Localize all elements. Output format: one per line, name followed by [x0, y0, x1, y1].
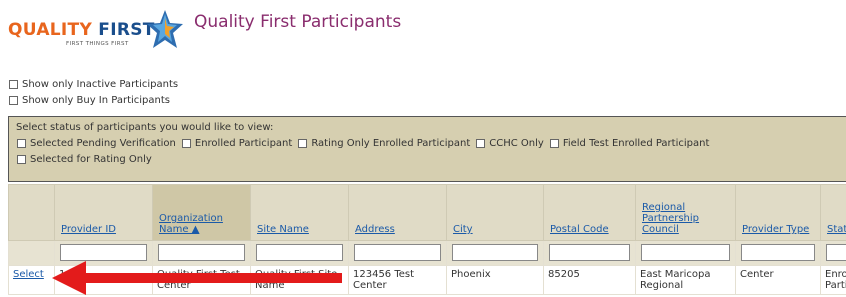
filter-cell — [446, 240, 544, 266]
checkbox-box[interactable] — [549, 139, 559, 148]
logo-wordmark: QUALITY FIRST — [8, 20, 155, 40]
status-filter-panel: Select status of participants you would … — [8, 116, 846, 182]
sort-link-status[interactable]: Stat — [827, 224, 846, 235]
status-option-cchc-only[interactable]: CCHC Only — [476, 138, 544, 149]
status-option-label: CCHC Only — [489, 138, 544, 149]
column-header-address[interactable]: Address — [348, 184, 447, 241]
logo-tagline: FIRST THINGS FIRST — [66, 41, 129, 47]
regional-council-filter-input[interactable] — [641, 244, 730, 261]
star-logo-icon — [147, 10, 183, 48]
status-option-pending-verification[interactable]: Selected Pending Verification — [17, 138, 176, 149]
filter-cell — [735, 240, 821, 266]
checkbox-box[interactable] — [181, 139, 191, 148]
status-option-label: Rating Only Enrolled Participant — [311, 138, 471, 149]
sort-link-organization-name[interactable]: Organization Name ▲ — [159, 213, 223, 235]
provider-id-filter-input[interactable] — [60, 244, 147, 261]
red-arrow-icon — [52, 261, 342, 295]
status-option-label: Selected Pending Verification — [30, 138, 176, 149]
status-option-rating-only-enrolled[interactable]: Rating Only Enrolled Participant — [298, 138, 470, 149]
status-option-label: Field Test Enrolled Participant — [562, 138, 710, 149]
column-header-provider-id[interactable]: Provider ID — [54, 184, 153, 241]
provider-type-filter-input[interactable] — [741, 244, 815, 261]
postal-code-filter-input[interactable] — [549, 244, 630, 261]
address-filter-input[interactable] — [354, 244, 441, 261]
row-action-cell: Select — [8, 265, 55, 295]
column-header-action — [8, 184, 55, 241]
sort-link-address[interactable]: Address — [355, 224, 395, 235]
status-option-field-test[interactable]: Field Test Enrolled Participant — [549, 138, 710, 149]
checkbox-box[interactable] — [476, 139, 486, 148]
buy-in-participants-checkbox[interactable]: Show only Buy In Participants — [9, 95, 170, 106]
select-link[interactable]: Select — [13, 269, 44, 280]
sort-link-postal-code[interactable]: Postal Code — [550, 224, 609, 235]
sort-link-regional-council[interactable]: Regional Partnership Council — [642, 202, 699, 235]
column-header-site-name[interactable]: Site Name — [250, 184, 349, 241]
sort-link-site-name[interactable]: Site Name — [257, 224, 309, 235]
column-header-postal-code[interactable]: Postal Code — [543, 184, 636, 241]
inactive-participants-label: Show only Inactive Participants — [22, 79, 179, 90]
regional-council-cell: East Maricopa Regional — [635, 265, 736, 295]
status-option-enrolled[interactable]: Enrolled Participant — [181, 138, 293, 149]
city-filter-input[interactable] — [452, 244, 538, 261]
sort-link-provider-type[interactable]: Provider Type — [742, 224, 809, 235]
organization-name-filter-input[interactable] — [158, 244, 245, 261]
checkbox-box[interactable] — [17, 139, 26, 148]
column-header-regional-council[interactable]: Regional Partnership Council — [635, 184, 736, 241]
city-cell: Phoenix — [446, 265, 544, 295]
filter-cell — [543, 240, 636, 266]
filter-cell — [348, 240, 447, 266]
column-header-organization-name[interactable]: Organization Name ▲ — [152, 184, 251, 241]
checkbox-box[interactable] — [298, 139, 308, 148]
filter-cell — [635, 240, 736, 266]
status-filter-input[interactable] — [826, 244, 846, 261]
logo-word-quality: QUALITY — [8, 20, 93, 40]
site-name-filter-input[interactable] — [256, 244, 343, 261]
inactive-participants-checkbox[interactable]: Show only Inactive Participants — [9, 79, 178, 90]
sort-link-city[interactable]: City — [453, 224, 473, 235]
checkbox-box[interactable] — [9, 96, 18, 105]
status-filter-options: Selected Pending Verification Enrolled P… — [17, 138, 817, 165]
column-header-provider-type[interactable]: Provider Type — [735, 184, 821, 241]
status-option-label: Selected for Rating Only — [30, 154, 152, 165]
checkbox-box[interactable] — [17, 155, 26, 164]
column-header-status[interactable]: Stat — [820, 184, 846, 241]
status-option-label: Enrolled Participant — [194, 138, 293, 149]
provider-type-cell: Center — [735, 265, 821, 295]
filter-cell — [820, 240, 846, 266]
sort-link-provider-id[interactable]: Provider ID — [61, 224, 116, 235]
status-filter-label: Select status of participants you would … — [16, 122, 274, 133]
filter-cell-empty — [8, 240, 55, 266]
checkbox-box[interactable] — [9, 80, 18, 89]
quality-first-logo: QUALITY FIRST FIRST THINGS FIRST — [8, 8, 188, 52]
page-title: Quality First Participants — [194, 12, 402, 32]
status-cell: Enrolled Partic — [820, 265, 846, 295]
address-cell: 123456 Test Center — [348, 265, 447, 295]
table-header-row: Provider ID Organization Name ▲ Site Nam… — [8, 184, 846, 241]
buy-in-participants-label: Show only Buy In Participants — [22, 95, 170, 106]
page-header: QUALITY FIRST FIRST THINGS FIRST Quality… — [0, 0, 846, 60]
postal-code-cell: 85205 — [543, 265, 636, 295]
status-option-selected-rating-only[interactable]: Selected for Rating Only — [17, 154, 152, 165]
column-header-city[interactable]: City — [446, 184, 544, 241]
